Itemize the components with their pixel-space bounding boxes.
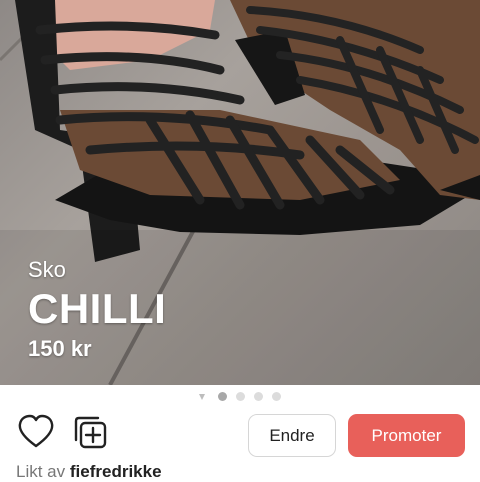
- heart-icon[interactable]: [17, 414, 55, 450]
- carousel-dot[interactable]: [272, 392, 281, 401]
- edit-button[interactable]: Endre: [248, 414, 336, 457]
- product-photo[interactable]: Sko CHILLI 150 kr: [0, 0, 480, 385]
- add-photo-icon[interactable]: [72, 414, 108, 450]
- listing-brand: CHILLI: [28, 285, 167, 332]
- promote-button[interactable]: Promoter: [348, 414, 465, 457]
- liked-by-line: Likt av fiefredrikke: [16, 462, 162, 482]
- liked-by-user[interactable]: fiefredrikke: [70, 462, 162, 481]
- listing-category: Sko: [28, 257, 66, 282]
- liked-by-prefix: Likt av: [16, 462, 66, 481]
- carousel-dot[interactable]: [254, 392, 263, 401]
- location-caret-icon: [199, 393, 205, 400]
- carousel-dot[interactable]: [218, 392, 227, 401]
- carousel-dot[interactable]: [236, 392, 245, 401]
- listing-price: 150 kr: [28, 336, 92, 361]
- carousel-indicator[interactable]: [0, 392, 480, 401]
